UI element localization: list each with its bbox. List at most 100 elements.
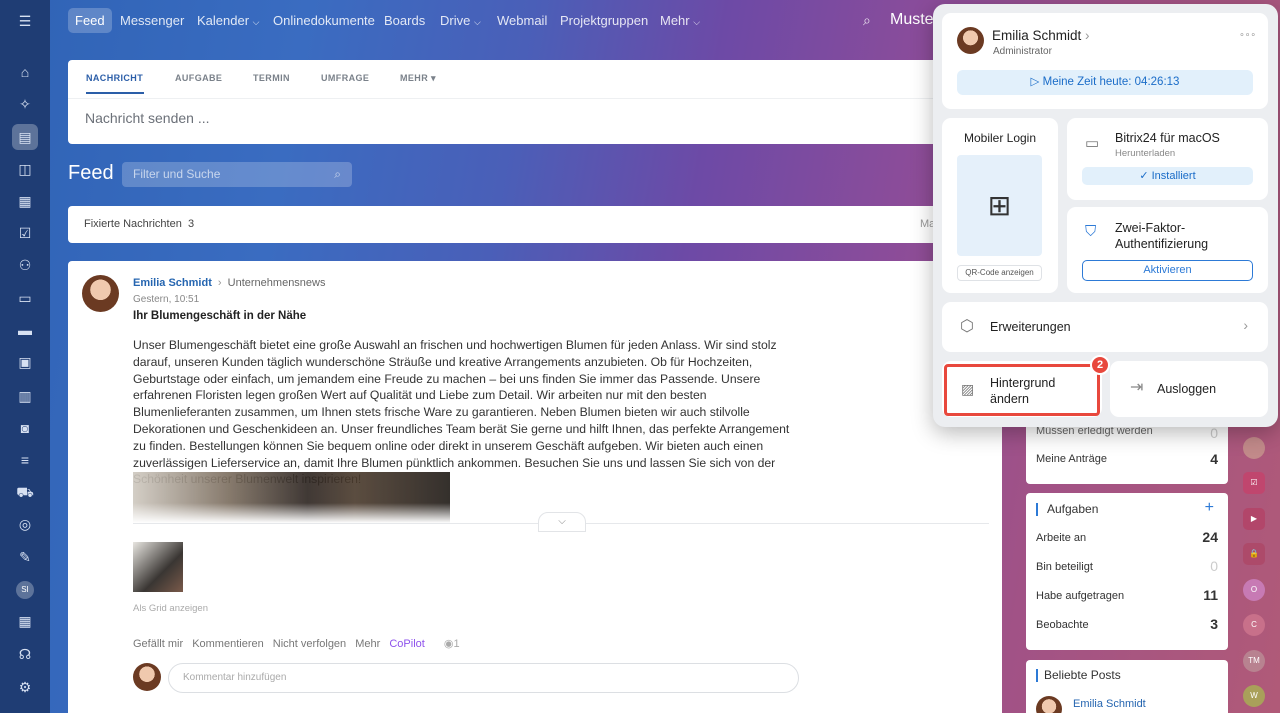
nav-more[interactable]: Mehr ⌵ <box>660 8 700 33</box>
nav-messenger[interactable]: Messenger <box>120 8 184 33</box>
my-requests-row[interactable]: Meine Anträge 4 <box>1036 451 1218 467</box>
extensions-row[interactable]: ⬡ Erweiterungen › <box>942 302 1268 352</box>
workflows-icon[interactable]: ▦ <box>15 611 35 631</box>
task-row-assigned[interactable]: Habe aufgetragen 11 <box>1036 587 1218 603</box>
package-icon: ⬡ <box>960 318 974 335</box>
post-body: Unser Blumengeschäft bietet eine große A… <box>133 338 790 486</box>
task-row-label: Arbeite an <box>1036 532 1087 544</box>
author-avatar[interactable] <box>82 275 119 312</box>
pinned-messages-bar[interactable]: Fixierte Nachrichten 3 Ma <box>68 206 948 243</box>
nav-webmail[interactable]: Webmail <box>497 8 547 33</box>
contact-avatar[interactable] <box>1243 437 1265 459</box>
post-composer: NACHRICHT AUFGABE TERMIN UMFRAGE MEHR ▾ … <box>68 60 948 144</box>
grid-view-link[interactable]: Als Grid anzeigen <box>133 603 208 614</box>
feed-icon[interactable]: ▤ <box>12 124 38 150</box>
feed-search-input[interactable]: Filter und Suche ⌕ <box>122 162 352 187</box>
filter-icon[interactable]: ≡ <box>15 450 35 470</box>
author-link[interactable]: Emilia Schmidt <box>133 277 212 289</box>
tasks-icon[interactable]: ☑ <box>15 223 35 243</box>
nav-calendar[interactable]: Kalender ⌵ <box>197 8 260 33</box>
search-icon[interactable]: ⌕ <box>863 8 871 33</box>
goals-icon[interactable]: ◎ <box>15 514 35 534</box>
tab-task[interactable]: AUFGABE <box>175 73 222 83</box>
nav-online-docs[interactable]: Onlinedokumente <box>273 8 375 33</box>
post-target[interactable]: Unternehmensnews <box>228 277 326 289</box>
comment-button[interactable]: Kommentieren <box>192 638 264 650</box>
qr-code-icon: ⊞ <box>957 155 1042 256</box>
nav-boards[interactable]: Boards <box>384 8 425 33</box>
settings-gear-icon[interactable]: ⚙ <box>15 677 35 697</box>
task-row-label: Habe aufgetragen <box>1036 590 1125 602</box>
more-options-icon[interactable]: ∘∘∘ <box>1239 29 1256 40</box>
extensions-label: Erweiterungen <box>990 320 1071 334</box>
activate-button[interactable]: Aktivieren <box>1082 260 1253 281</box>
popular-author-link[interactable]: Emilia Schmidt <box>1073 698 1146 710</box>
show-qr-button[interactable]: QR-Code anzeigen <box>957 265 1042 281</box>
attachment-thumbnail[interactable] <box>133 542 183 592</box>
analytics-icon[interactable]: ▥ <box>15 386 35 406</box>
mobile-login-title: Mobiler Login <box>963 131 1037 145</box>
contact-avatar[interactable]: TM <box>1243 650 1265 672</box>
drive-icon[interactable]: ▬ <box>15 320 35 340</box>
groups-icon[interactable]: ⚇ <box>15 255 35 275</box>
task-row-working[interactable]: Arbeite an 24 <box>1036 529 1218 545</box>
contact-avatar[interactable]: O <box>1243 579 1265 601</box>
tasks-title[interactable]: Aufgaben <box>1047 502 1098 516</box>
search-partial-text[interactable]: Muster <box>890 7 939 32</box>
like-button[interactable]: Gefällt mir <box>133 638 183 650</box>
headset-icon[interactable]: ☊ <box>15 644 35 664</box>
post-image[interactable] <box>133 472 450 523</box>
task-row-count: 11 <box>1203 587 1218 603</box>
more-button[interactable]: Mehr <box>355 638 380 650</box>
change-background-button[interactable]: ▨ Hintergrund ändern 2 <box>942 355 1110 417</box>
menu-icon[interactable]: ☰ <box>15 11 35 31</box>
lock-icon[interactable]: 🔒 <box>1243 543 1265 565</box>
chevron-down-icon: ⌵ <box>473 17 481 27</box>
requests-partial-value: 0 <box>1210 425 1218 441</box>
calendar-icon[interactable]: ▦ <box>15 191 35 211</box>
divider <box>68 98 948 99</box>
messenger-icon[interactable]: ◫ <box>15 159 35 179</box>
avatar[interactable]: SI <box>16 581 34 599</box>
home-icon[interactable]: ⌂ <box>15 62 35 82</box>
work-time-button[interactable]: ▷ Meine Zeit heute: 04:26:13 <box>957 70 1253 95</box>
nav-drive[interactable]: Drive ⌵ <box>440 8 481 33</box>
chevron-right-icon: › <box>1243 317 1248 333</box>
unfollow-button[interactable]: Nicht verfolgen <box>273 638 346 650</box>
robot-icon[interactable]: ◙ <box>15 418 35 438</box>
shop-cart-icon[interactable]: ⛟ <box>15 482 35 502</box>
copilot-icon[interactable]: ✧ <box>15 94 35 114</box>
popular-posts-widget: Beliebte Posts Emilia Schmidt <box>1026 660 1228 713</box>
comment-input[interactable]: Kommentar hinzufügen <box>168 663 799 693</box>
step-badge: 2 <box>1090 355 1110 375</box>
tab-more[interactable]: MEHR ▾ <box>400 73 436 84</box>
tab-message[interactable]: NACHRICHT <box>86 73 143 83</box>
sign-icon[interactable]: ✎ <box>15 547 35 567</box>
logout-button[interactable]: ⇥ Ausloggen <box>1110 361 1268 417</box>
user-name[interactable]: Emilia Schmidt › <box>992 28 1090 43</box>
search-icon: ⌕ <box>334 167 341 181</box>
boards-icon[interactable]: ▣ <box>15 352 35 372</box>
video-call-icon[interactable]: ▶ <box>1243 508 1265 530</box>
avatar[interactable] <box>957 27 984 54</box>
expand-chevron-icon[interactable]: ⌵ <box>538 512 586 532</box>
change-background-line2: ändern <box>990 392 1029 406</box>
tab-event[interactable]: TERMIN <box>253 73 290 83</box>
nav-project-groups[interactable]: Projektgruppen <box>560 8 648 33</box>
add-task-button[interactable]: + <box>1205 499 1214 517</box>
copilot-button[interactable]: CoPilot <box>389 638 424 650</box>
contact-avatar[interactable]: W <box>1243 685 1265 707</box>
nav-feed[interactable]: Feed <box>68 8 112 33</box>
post-time[interactable]: Gestern, 10:51 <box>133 294 199 305</box>
task-row-watching[interactable]: Beobachte 3 <box>1036 616 1218 632</box>
installed-status: ✓ Installiert <box>1082 167 1253 185</box>
contact-avatar[interactable]: C <box>1243 614 1265 636</box>
commenter-avatar <box>133 663 161 691</box>
task-row-involved[interactable]: Bin beteiligt 0 <box>1036 558 1218 574</box>
download-link[interactable]: Herunterladen <box>1115 148 1175 159</box>
documents-icon[interactable]: ▭ <box>15 288 35 308</box>
message-input[interactable]: Nachricht senden ... <box>85 110 210 126</box>
tasks-rail-icon[interactable]: ☑ <box>1243 472 1265 494</box>
user-profile-popup: Emilia Schmidt › Administrator ∘∘∘ ▷ Mei… <box>933 4 1278 427</box>
tab-poll[interactable]: UMFRAGE <box>321 73 369 83</box>
